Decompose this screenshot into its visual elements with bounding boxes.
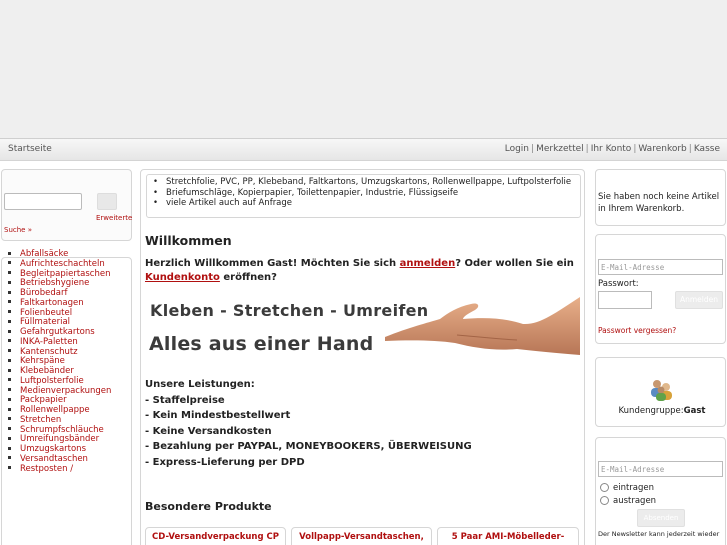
service-item: - Express-Lieferung per DPD <box>145 456 305 468</box>
customer-group-text: Kundengruppe:Gast <box>618 406 706 416</box>
forgot-password-link[interactable]: Passwort vergessen? <box>598 326 676 335</box>
nav-home-link[interactable]: Startseite <box>8 144 52 154</box>
promo-banner: Kleben - Stretchen - Umreifen Alles aus … <box>145 293 580 360</box>
nav-cart-link[interactable]: Warenkorb <box>638 144 686 154</box>
advanced-search-link-2[interactable]: Suche » <box>4 226 32 234</box>
cart-empty-text: Sie haben noch keine Artikel in Ihrem Wa… <box>598 192 720 214</box>
welcome-text: Herzlich Willkommen Gast! Möchten Sie si… <box>145 258 574 283</box>
nav-login-link[interactable]: Login <box>505 144 529 154</box>
unsubscribe-label: austragen <box>613 496 657 506</box>
login-link[interactable]: anmelden <box>400 258 456 269</box>
advanced-search-link[interactable]: Erweiterte <box>96 214 132 222</box>
products-heading: Besondere Produkte <box>145 500 272 513</box>
category-item[interactable]: Restposten / <box>8 464 111 475</box>
product-card[interactable]: Vollpapp-Versandtaschen, <box>291 527 432 545</box>
banner-line-2: Alles aus einer Hand <box>149 333 374 355</box>
service-item: - Bezahlung per PAYPAL, MONEYBOOKERS, ÜB… <box>145 441 472 453</box>
login-email-input[interactable]: E-Mail-Adresse <box>598 259 723 275</box>
intro-item: viele Artikel auch auf Anfrage <box>153 198 580 209</box>
intro-box: Stretchfolie, PVC, PP, Klebeband, Faltka… <box>146 174 581 218</box>
subscribe-label: eintragen <box>613 483 655 493</box>
nav-checkout-link[interactable]: Kasse <box>694 144 720 154</box>
intro-item: Briefumschläge, Kopierpapier, Toilettenp… <box>153 188 580 199</box>
newsletter-note: Der Newsletter kann jederzeit wieder <box>598 530 720 538</box>
top-navigation: Startseite Login | Merkzettel | Ihr Konto | Wa… <box>0 139 727 161</box>
newsletter-email-input[interactable]: E-Mail-Adresse <box>598 461 723 477</box>
service-item: - Keine Versandkosten <box>145 425 272 437</box>
banner-line-1: Kleben - Stretchen - Umreifen <box>150 301 429 320</box>
search-input[interactable] <box>4 193 82 210</box>
customer-group-value: Gast <box>683 406 706 416</box>
search-button[interactable] <box>97 193 117 210</box>
login-button[interactable]: Anmelden <box>675 291 723 309</box>
newsletter-submit-button[interactable]: Absenden <box>637 509 685 527</box>
nav-account-link[interactable]: Ihr Konto <box>591 144 632 154</box>
service-item: - Kein Mindestbestellwert <box>145 410 291 422</box>
newsletter-subscribe-radio[interactable] <box>600 483 609 492</box>
product-card[interactable]: 5 Paar AMI-Möbelleder- <box>437 527 579 545</box>
password-label: Passwort: <box>598 279 639 289</box>
password-input[interactable] <box>598 291 652 309</box>
services-heading: Unsere Leistungen: <box>145 379 255 390</box>
create-account-link[interactable]: Kundenkonto <box>145 272 220 283</box>
nav-wishlist-link[interactable]: Merkzettel <box>536 144 584 154</box>
service-item: - Staffelpreise <box>145 394 225 406</box>
users-icon <box>651 380 672 401</box>
category-list: Abfallsäcke Aufrichteschachteln Begleitp… <box>8 249 111 475</box>
nav-account-links: Login | Merkzettel | Ihr Konto | Warenkorb | Kas… <box>504 144 720 154</box>
product-card[interactable]: CD-Versandverpackung CP <box>145 527 286 545</box>
intro-item: Stretchfolie, PVC, PP, Klebeband, Faltka… <box>153 177 580 188</box>
page-title: Willkommen <box>145 233 232 248</box>
services-list: Unsere Leistungen: - Staffelpreise - Kei… <box>145 377 472 471</box>
newsletter-unsubscribe-radio[interactable] <box>600 496 609 505</box>
site-header <box>0 0 727 139</box>
